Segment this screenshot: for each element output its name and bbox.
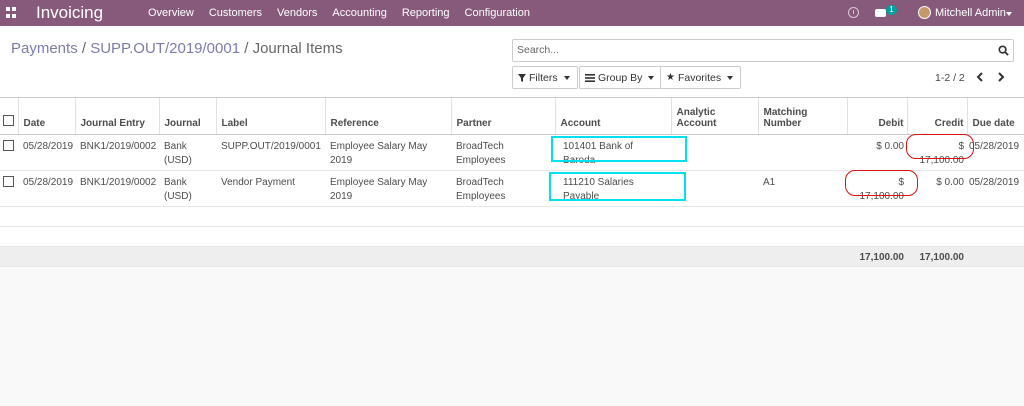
cell-reference: Employee Salary May 2019: [325, 170, 451, 207]
cell-debit: $ 0.00: [847, 134, 907, 171]
column-header-debit[interactable]: Debit: [847, 98, 908, 135]
chevron-right-icon[interactable]: [996, 71, 1006, 83]
credit-highlight-ellipse: [906, 134, 974, 159]
activity-clock-icon[interactable]: [848, 7, 859, 18]
cell-due-date: 05/28/2019: [967, 134, 1024, 171]
search-input[interactable]: [517, 44, 987, 56]
select-all-checkbox[interactable]: [3, 114, 14, 126]
pager-value[interactable]: 1-2 / 2: [935, 72, 965, 84]
favorites-button[interactable]: ★ Favorites: [660, 66, 742, 89]
menu-item-reporting[interactable]: Reporting: [402, 7, 450, 19]
breadcrumb: Payments / SUPP.OUT/2019/0001 / Journal …: [11, 40, 343, 57]
chevron-left-icon[interactable]: [975, 71, 985, 83]
control-panel: Payments / SUPP.OUT/2019/0001 / Journal …: [0, 26, 1024, 98]
row-checkbox[interactable]: [3, 175, 14, 187]
column-header-partner[interactable]: Partner: [451, 98, 556, 135]
top-navbar: Invoicing Overview Customers Vendors Acc…: [0, 0, 1024, 26]
cell-journal: Bank (USD): [159, 134, 216, 171]
cell-journal-entry: BNK1/2019/0002: [75, 134, 159, 171]
totals-spacer: [967, 245, 1024, 267]
cell-journal-entry: BNK1/2019/0002: [75, 170, 159, 207]
cell-due-date: 05/28/2019: [967, 170, 1024, 207]
cell-matching-number: [758, 134, 847, 171]
table-header-row: Date Journal Entry Journal Label Referen…: [0, 98, 1024, 135]
caret-down-icon: [727, 75, 734, 80]
column-header-due-date[interactable]: Due date: [967, 98, 1024, 135]
breadcrumb-payments[interactable]: Payments: [11, 40, 78, 57]
select-all-header: [0, 98, 19, 135]
column-header-analytic-account[interactable]: Analytic Account: [671, 98, 759, 135]
column-header-label[interactable]: Label: [216, 98, 326, 135]
table-row[interactable]: 05/28/2019 BNK1/2019/0002 Bank (USD) SUP…: [0, 134, 1024, 171]
menu-item-accounting[interactable]: Accounting: [332, 7, 386, 19]
breadcrumb-separator: /: [244, 40, 249, 57]
total-credit: 17,100.00: [907, 245, 967, 267]
breadcrumb-payment-record[interactable]: SUPP.OUT/2019/0001: [90, 40, 240, 57]
menu-item-overview[interactable]: Overview: [148, 7, 194, 19]
totals-spacer: [0, 245, 847, 267]
filter-icon: [518, 73, 526, 82]
main-menu: Overview Customers Vendors Accounting Re…: [148, 7, 545, 19]
account-highlight-box: [551, 136, 687, 162]
list-icon: [585, 73, 595, 82]
account-highlight-box: [549, 172, 686, 201]
user-menu[interactable]: Mitchell Admin: [935, 7, 1006, 19]
column-header-credit[interactable]: Credit: [907, 98, 968, 135]
group-by-button[interactable]: Group By: [579, 66, 663, 89]
cell-date: 05/28/2019: [18, 134, 75, 171]
column-header-account[interactable]: Account: [555, 98, 672, 135]
totals-row: 17,100.00 17,100.00: [0, 245, 1024, 267]
cell-date: 05/28/2019: [18, 170, 75, 207]
filters-button[interactable]: Filters: [512, 66, 578, 89]
debit-highlight-ellipse: [845, 170, 918, 196]
cell-matching-number: A1: [758, 170, 847, 207]
favorites-label: Favorites: [677, 71, 722, 84]
search-icon[interactable]: [998, 45, 1009, 56]
filters-label: Filters: [529, 71, 558, 84]
cell-partner: BroadTech Employees: [451, 170, 555, 207]
cell-label: Vendor Payment: [216, 170, 325, 207]
chat-badge: 1: [886, 5, 897, 15]
row-select-cell: [0, 134, 18, 171]
column-header-reference[interactable]: Reference: [325, 98, 452, 135]
cell-reference: Employee Salary May 2019: [325, 134, 451, 171]
avatar[interactable]: [918, 6, 931, 19]
menu-item-vendors[interactable]: Vendors: [277, 7, 317, 19]
empty-cell: [0, 206, 1024, 227]
caret-down-icon[interactable]: [1006, 12, 1012, 16]
chat-icon[interactable]: [875, 9, 886, 17]
star-icon: ★: [666, 72, 675, 83]
column-header-journal-entry[interactable]: Journal Entry: [75, 98, 160, 135]
breadcrumb-separator: /: [81, 40, 87, 57]
row-select-cell: [0, 170, 18, 207]
caret-down-icon: [563, 75, 570, 80]
cell-journal: Bank (USD): [159, 170, 216, 207]
menu-item-customers[interactable]: Customers: [209, 7, 262, 19]
app-name[interactable]: Invoicing: [36, 3, 103, 23]
search-box: [512, 39, 1014, 62]
empty-cell: [0, 226, 1024, 247]
column-header-date[interactable]: Date: [18, 98, 76, 135]
row-checkbox[interactable]: [3, 139, 14, 151]
cell-partner: BroadTech Employees: [451, 134, 555, 171]
empty-row: [0, 226, 1024, 247]
column-header-matching-number[interactable]: Matching Number: [758, 98, 848, 135]
cell-label: SUPP.OUT/2019/0001: [216, 134, 325, 171]
page-title: Journal Items: [252, 40, 343, 57]
empty-row: [0, 206, 1024, 227]
group-by-label: Group By: [598, 71, 643, 84]
menu-item-configuration[interactable]: Configuration: [465, 7, 530, 19]
caret-down-icon: [648, 75, 655, 80]
apps-menu-icon[interactable]: [6, 7, 17, 18]
total-debit: 17,100.00: [847, 245, 907, 267]
column-header-journal[interactable]: Journal: [159, 98, 217, 135]
empty-background: [0, 267, 1024, 406]
